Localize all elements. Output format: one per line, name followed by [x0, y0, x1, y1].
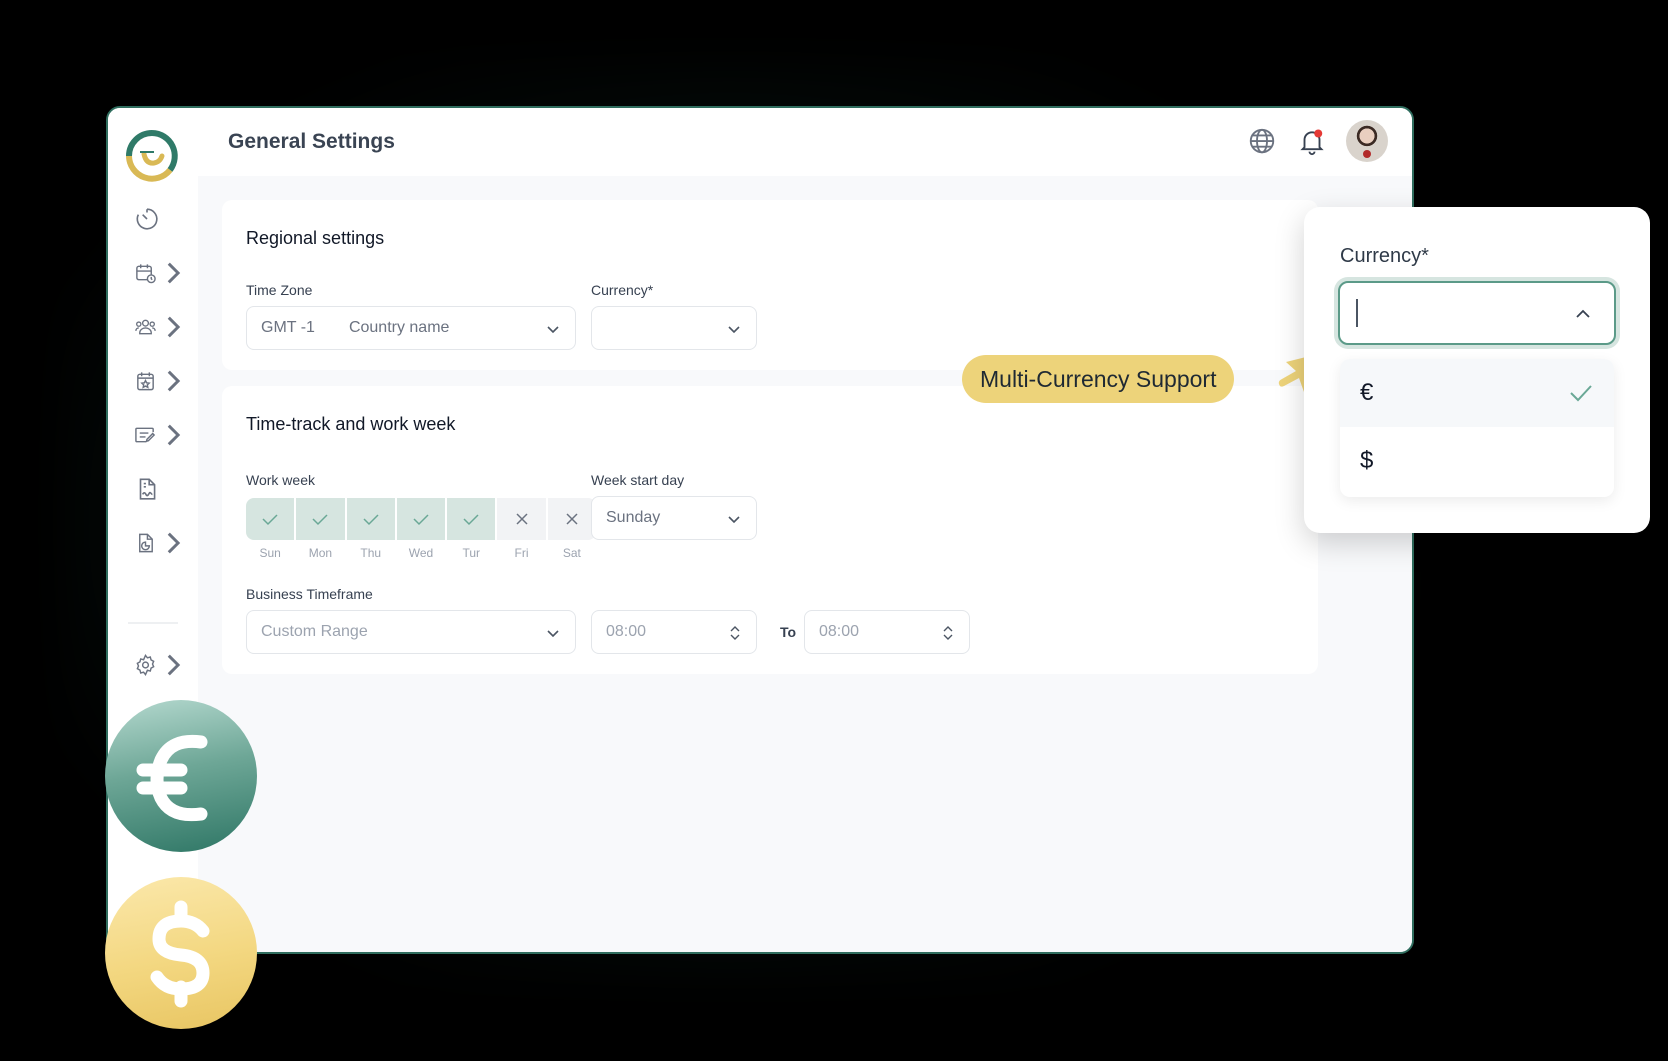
- close-icon: [566, 513, 578, 525]
- check-icon: [1570, 385, 1592, 402]
- to-time-input[interactable]: 08:00: [804, 610, 970, 654]
- timezone-country: Country name: [348, 319, 450, 336]
- timezone-label: Time Zone: [246, 282, 313, 298]
- chevron-right-icon: [167, 654, 181, 676]
- document-signature-icon: [139, 478, 156, 500]
- work-week-day-labels: Sun Mon Thu Wed Tur Fri Sat: [246, 546, 596, 560]
- chevron-down-icon: [547, 326, 559, 334]
- sidebar-item-reports[interactable]: [134, 528, 184, 558]
- multi-currency-callout: Multi-Currency Support: [962, 355, 1235, 403]
- calendar-star-icon: [137, 372, 154, 391]
- sidebar-item-requests[interactable]: [134, 420, 184, 450]
- chevron-down-icon: [728, 516, 740, 524]
- day-label: Mon: [308, 546, 333, 560]
- regional-settings-title: Regional settings: [246, 228, 385, 248]
- text-caret: [1356, 299, 1358, 327]
- day-toggle-fri[interactable]: [497, 498, 546, 540]
- currency-option-symbol: $: [1360, 447, 1374, 474]
- check-icon: [312, 514, 328, 526]
- check-icon: [413, 514, 429, 526]
- check-icon: [262, 514, 278, 526]
- bell-icon[interactable]: [1297, 126, 1327, 156]
- stepper-icon[interactable]: [728, 623, 742, 643]
- globe-icon[interactable]: [1247, 126, 1277, 156]
- day-label: Sun: [259, 546, 281, 560]
- time-track-title: Time-track and work week: [246, 414, 456, 434]
- chevron-down-icon: [728, 326, 740, 334]
- sidebar-item-documents[interactable]: [134, 474, 184, 504]
- page-title: General Settings: [228, 130, 395, 153]
- business-range-value: Custom Range: [261, 623, 368, 640]
- week-start-select[interactable]: Sunday: [591, 496, 757, 540]
- currency-popup: Currency* € $: [1304, 207, 1650, 533]
- day-toggle-wed[interactable]: [396, 498, 446, 540]
- stepper-icon[interactable]: [941, 623, 955, 643]
- currency-option-dollar[interactable]: $: [1340, 427, 1614, 495]
- chevron-right-icon: [167, 370, 181, 392]
- sidebar-item-events[interactable]: [134, 366, 184, 396]
- dollar-coin-icon: [105, 877, 257, 1029]
- week-start-label: Week start day: [591, 472, 685, 488]
- regional-settings-card: Regional settings Time Zone GMT -1 Count…: [222, 200, 1318, 370]
- sidebar-item-schedule[interactable]: [134, 258, 184, 288]
- day-label: Sat: [562, 546, 581, 560]
- work-week-label: Work week: [246, 472, 315, 488]
- notification-dot: [1314, 129, 1323, 138]
- day-label: Wed: [408, 546, 434, 560]
- sidebar-divider: [128, 622, 178, 624]
- from-time-value: 08:00: [606, 623, 647, 640]
- work-week-days: [246, 498, 596, 540]
- avatar[interactable]: [1346, 120, 1388, 162]
- calendar-clock-icon: [136, 264, 156, 284]
- chevron-right-icon: [167, 316, 181, 338]
- popup-currency-label: Currency*: [1340, 245, 1429, 267]
- from-time-input[interactable]: 08:00: [591, 610, 757, 654]
- edit-list-icon: [135, 427, 156, 443]
- currency-options-list: € $: [1340, 359, 1614, 497]
- logo-icon[interactable]: [124, 128, 180, 184]
- currency-search-input[interactable]: [1338, 281, 1616, 345]
- content-area: Regional settings Time Zone GMT -1 Count…: [198, 176, 1412, 952]
- check-icon: [363, 514, 379, 526]
- chevron-right-icon: [167, 424, 181, 446]
- euro-coin-icon: [105, 700, 257, 852]
- chevron-up-icon[interactable]: [1572, 303, 1594, 325]
- sidebar-item-timer[interactable]: [134, 204, 184, 234]
- sidebar-item-team[interactable]: [134, 312, 184, 342]
- chevron-right-icon: [167, 262, 181, 284]
- currency-option-euro[interactable]: €: [1340, 359, 1614, 427]
- day-toggle-thu[interactable]: [346, 498, 395, 540]
- day-label: Tur: [462, 546, 481, 560]
- business-range-select[interactable]: Custom Range: [246, 610, 576, 654]
- chevron-right-icon: [167, 532, 181, 554]
- time-track-card: Time-track and work week Work week Sun M…: [222, 386, 1318, 674]
- timezone-select[interactable]: GMT -1 Country name: [246, 306, 576, 350]
- sidebar-item-settings[interactable]: [134, 650, 184, 680]
- day-toggle-tur[interactable]: [447, 498, 496, 540]
- day-label: Thu: [360, 546, 382, 560]
- close-icon: [516, 513, 528, 525]
- business-timeframe-label: Business Timeframe: [246, 586, 373, 602]
- week-start-value: Sunday: [606, 509, 661, 526]
- gear-icon: [136, 654, 155, 676]
- currency-option-symbol: €: [1360, 379, 1374, 406]
- report-pie-icon: [139, 533, 153, 553]
- timezone-offset: GMT -1: [261, 319, 315, 336]
- day-toggle-mon[interactable]: [296, 498, 345, 540]
- to-label: To: [780, 624, 797, 640]
- timer-icon: [136, 208, 158, 230]
- check-icon: [463, 514, 479, 526]
- day-label: Fri: [514, 546, 529, 560]
- app-window: General Settings Regional settings Time …: [106, 106, 1414, 954]
- currency-label: Currency*: [591, 282, 654, 298]
- day-toggle-sun[interactable]: [246, 498, 295, 540]
- chevron-down-icon: [547, 630, 559, 638]
- day-toggle-sat[interactable]: [547, 498, 596, 540]
- team-icon: [135, 319, 156, 335]
- currency-select[interactable]: [591, 306, 757, 350]
- to-time-value: 08:00: [819, 623, 860, 640]
